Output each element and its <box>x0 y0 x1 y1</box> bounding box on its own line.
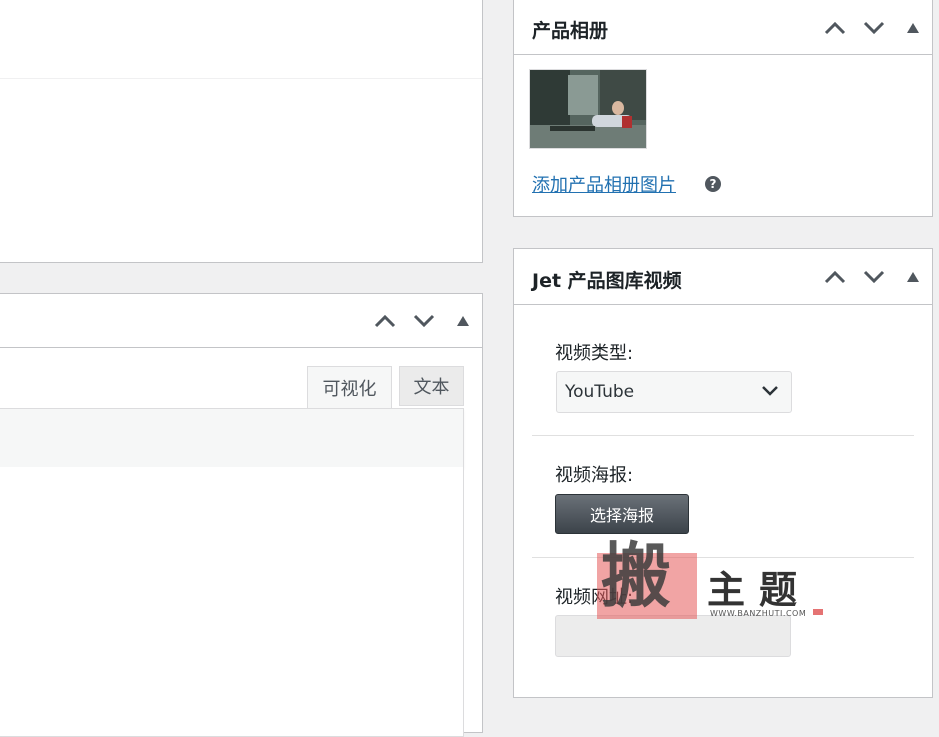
gallery-toggle-button[interactable] <box>900 15 926 41</box>
chevron-up-icon <box>824 21 846 35</box>
chevron-up-icon <box>824 270 846 284</box>
add-gallery-images-link[interactable]: 添加产品相册图片 <box>532 171 676 197</box>
move-up-button[interactable] <box>372 308 398 334</box>
gallery-image <box>530 70 646 148</box>
choose-poster-button[interactable]: 选择海报 <box>555 494 689 534</box>
video-poster-label: 视频海报: <box>555 465 634 486</box>
video-type-select[interactable]: YouTube <box>556 371 792 413</box>
move-down-button[interactable] <box>411 308 437 334</box>
video-move-up-button[interactable] <box>822 264 848 290</box>
left-upper-panel <box>0 0 483 263</box>
gallery-header-divider <box>514 54 932 55</box>
editor-toolbar <box>0 408 464 468</box>
gallery-move-up-button[interactable] <box>822 15 848 41</box>
video-header-divider <box>514 304 932 305</box>
video-move-down-button[interactable] <box>861 264 887 290</box>
jet-gallery-video-metabox: Jet 产品图库视频 视频类型: YouTube 视频海报: 选择海报 视频网址… <box>513 248 933 698</box>
video-toggle-button[interactable] <box>900 264 926 290</box>
field-divider <box>532 435 914 436</box>
help-icon[interactable]: ? <box>705 176 721 192</box>
video-box-title: Jet 产品图库视频 <box>532 270 682 292</box>
chevron-down-icon <box>413 314 435 328</box>
editor-content-area[interactable] <box>0 467 464 737</box>
video-type-value: YouTube <box>565 382 635 402</box>
chevron-down-select-icon <box>762 386 778 396</box>
gallery-thumbnail[interactable] <box>529 69 647 149</box>
gallery-title: 产品相册 <box>532 20 609 42</box>
video-url-label: 视频网址: <box>555 587 634 608</box>
video-type-label: 视频类型: <box>555 343 634 364</box>
chevron-down-icon <box>863 270 885 284</box>
field-divider <box>532 557 914 558</box>
metabox-header-divider <box>0 347 482 348</box>
panel-divider <box>0 78 482 79</box>
toggle-panel-button[interactable] <box>450 308 476 334</box>
video-url-input[interactable] <box>555 615 791 657</box>
chevron-down-icon <box>863 21 885 35</box>
triangle-toggle-icon <box>457 316 469 326</box>
chevron-up-icon <box>374 314 396 328</box>
gallery-move-down-button[interactable] <box>861 15 887 41</box>
triangle-toggle-icon <box>907 23 919 33</box>
triangle-toggle-icon <box>907 272 919 282</box>
tab-text[interactable]: 文本 <box>399 366 464 406</box>
tab-visual[interactable]: 可视化 <box>307 366 392 409</box>
